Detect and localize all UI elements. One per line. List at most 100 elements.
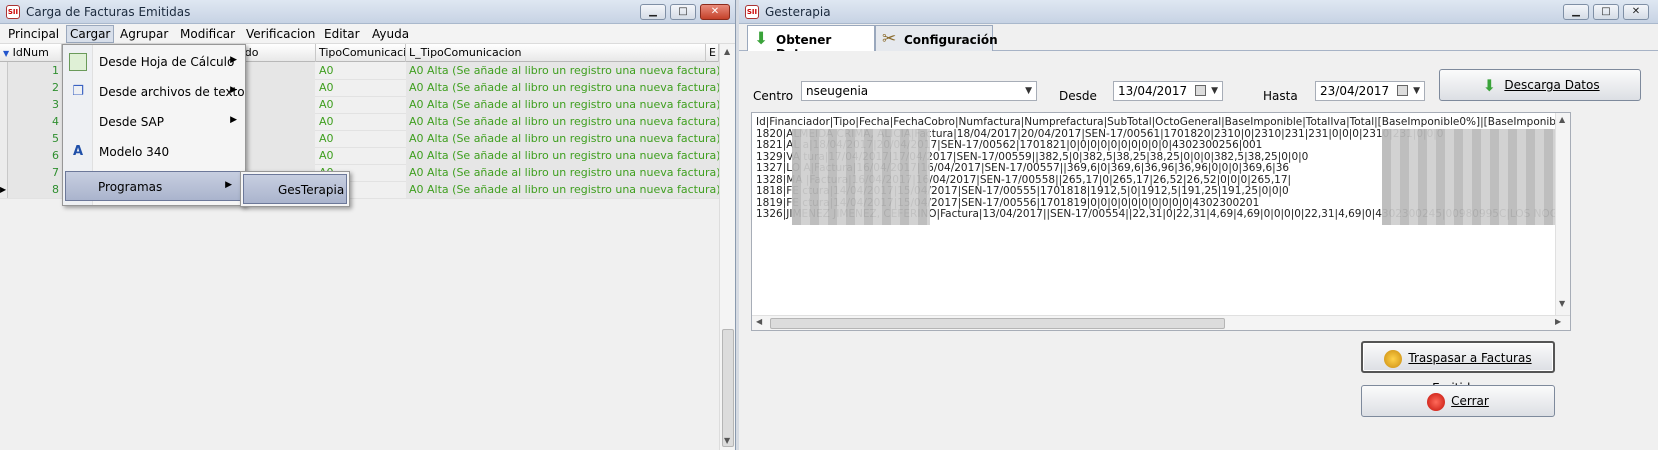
cell-l-tipocomunicacion[interactable]: A0 Alta (Se añade al libro un registro u…: [406, 62, 719, 79]
centro-label: Centro: [753, 89, 794, 103]
cell-tipocomunicacion[interactable]: A0: [316, 147, 406, 164]
cell-idnum[interactable]: 7: [8, 164, 62, 181]
row-indicator[interactable]: [0, 164, 8, 181]
scroll-up-icon[interactable]: ▲: [1559, 115, 1565, 124]
col-l-tipocomunicacion[interactable]: L_TipoComunicacion: [406, 44, 706, 62]
menu-verificacion[interactable]: Verificacion: [246, 27, 315, 41]
cell-tipocomunicacion[interactable]: A0: [316, 79, 406, 96]
centro-select[interactable]: nseugenia ▼: [801, 81, 1037, 101]
row-indicator[interactable]: ▶: [0, 181, 8, 198]
row-indicator[interactable]: [0, 62, 8, 79]
menu-modificar[interactable]: Modificar: [180, 27, 235, 41]
row-indicator[interactable]: [0, 147, 8, 164]
descarga-datos-button[interactable]: ⬇ Descarga Datos: [1439, 69, 1641, 101]
tab-strip: ⬇ Obtener Datos ✂ Configuración: [739, 24, 1658, 61]
horizontal-scrollbar[interactable]: ◀ ▶: [752, 315, 1570, 330]
menu-principal[interactable]: Principal: [8, 27, 59, 41]
menu-item-archivos-texto[interactable]: ❐ Desde archivos de texto ▶: [63, 77, 245, 107]
close-button[interactable]: ✕: [700, 4, 730, 20]
menu-agrupar[interactable]: Agrupar: [120, 27, 168, 41]
scroll-up-icon[interactable]: ▲: [724, 47, 730, 56]
close-button[interactable]: ✕: [1623, 4, 1649, 20]
maximize-button[interactable]: □: [1593, 4, 1619, 20]
title-bar[interactable]: SII Carga de Facturas Emitidas ▁ □ ✕: [0, 0, 735, 24]
scroll-down-icon[interactable]: ▼: [1559, 299, 1565, 308]
traspasar-facturas-button[interactable]: Traspasar a Facturas Emitidas: [1361, 341, 1555, 395]
maximize-button[interactable]: □: [670, 4, 696, 20]
col-e[interactable]: E: [706, 44, 719, 62]
cell-idnum[interactable]: 6: [8, 147, 62, 164]
chevron-down-icon: ▼: [1211, 86, 1218, 96]
cell-l-tipocomunicacion[interactable]: A0 Alta (Se añade al libro un registro u…: [406, 79, 719, 96]
app-icon: SII: [745, 5, 759, 19]
minimize-button[interactable]: ▁: [640, 4, 666, 20]
facturas-window: SII Carga de Facturas Emitidas ▁ □ ✕ Pri…: [0, 0, 736, 450]
cell-l-tipocomunicacion[interactable]: A0 Alta (Se añade al libro un registro u…: [406, 147, 719, 164]
cell-tipocomunicacion[interactable]: A0: [316, 96, 406, 113]
menu-item-modelo-340[interactable]: A Modelo 340: [63, 137, 245, 167]
menu-item-hoja-calculo[interactable]: Desde Hoja de Cálculo ▶: [63, 47, 245, 77]
menu-item-programas[interactable]: Programas ▶: [65, 171, 241, 201]
cell-tipocomunicacion[interactable]: A0: [316, 130, 406, 147]
menu-cargar[interactable]: Cargar: [66, 25, 115, 43]
menu-item-gesterapia[interactable]: GesTerapia: [243, 174, 347, 204]
vertical-scrollbar[interactable]: ▲ ▼: [719, 44, 735, 450]
cell-idnum[interactable]: 2: [8, 79, 62, 96]
programas-submenu: GesTerapia: [240, 171, 350, 207]
cell-l-tipocomunicacion[interactable]: A0 Alta (Se añade al libro un registro u…: [406, 113, 719, 130]
cell-idnum[interactable]: 3: [8, 96, 62, 113]
hasta-date-picker[interactable]: 23/04/2017 ▼: [1315, 81, 1425, 101]
window-title: Gesterapia: [765, 5, 831, 19]
cerrar-button[interactable]: Cerrar: [1361, 385, 1555, 417]
cell-idnum[interactable]: 4: [8, 113, 62, 130]
tools-icon: ✂: [882, 29, 897, 49]
cell-l-tipocomunicacion[interactable]: A0 Alta (Se añade al libro un registro u…: [406, 181, 719, 198]
cell-idnum[interactable]: 1: [8, 62, 62, 79]
cell-tipocomunicacion[interactable]: A0: [316, 113, 406, 130]
title-bar[interactable]: SII Gesterapia ▁ □ ✕: [739, 0, 1658, 24]
submenu-arrow-icon: ▶: [230, 85, 237, 95]
menu-editar[interactable]: Editar: [324, 27, 360, 41]
vertical-scrollbar[interactable]: ▲ ▼: [1555, 113, 1570, 317]
obtener-datos-panel: Centro nseugenia ▼ Desde 13/04/2017 ▼ Ha…: [739, 51, 1658, 450]
row-indicator[interactable]: [0, 113, 8, 130]
cell-idnum[interactable]: 8: [8, 181, 62, 198]
scroll-left-icon[interactable]: ◀: [756, 317, 762, 326]
cell-l-tipocomunicacion[interactable]: A0 Alta (Se añade al libro un registro u…: [406, 96, 719, 113]
row-indicator[interactable]: [0, 130, 8, 147]
scroll-right-icon[interactable]: ▶: [1555, 317, 1561, 326]
data-textarea[interactable]: Id|Financiador|Tipo|Fecha|FechaCobro|Num…: [751, 112, 1571, 331]
calendar-icon: [1397, 85, 1408, 96]
chevron-down-icon: ▼: [1413, 86, 1420, 96]
calendar-icon: [1195, 85, 1206, 96]
cell-idnum[interactable]: 5: [8, 130, 62, 147]
col-idnum[interactable]: ▼ IdNum: [0, 44, 62, 62]
desde-label: Desde: [1059, 89, 1097, 103]
app-icon: SII: [6, 5, 20, 19]
text-files-icon: ❐: [72, 84, 84, 99]
filter-icon: ▼: [3, 49, 10, 58]
scroll-thumb[interactable]: [770, 318, 1225, 329]
gesterapia-window: SII Gesterapia ▁ □ ✕ ⬇ Obtener Datos ✂ C…: [739, 0, 1658, 450]
scroll-thumb[interactable]: [722, 329, 734, 447]
cell-tipocomunicacion[interactable]: A0: [316, 62, 406, 79]
tab-configuracion[interactable]: ✂ Configuración: [875, 25, 998, 51]
cell-l-tipocomunicacion[interactable]: A0 Alta (Se añade al libro un registro u…: [406, 130, 719, 147]
menu-ayuda[interactable]: Ayuda: [372, 27, 409, 41]
tab-obtener-datos[interactable]: ⬇ Obtener Datos: [747, 25, 875, 61]
transfer-icon: [1384, 349, 1403, 368]
download-arrow-icon: ⬇: [754, 29, 769, 49]
cell-l-tipocomunicacion[interactable]: A0 Alta (Se añade al libro un registro u…: [406, 164, 719, 181]
submenu-arrow-icon: ▶: [230, 55, 237, 65]
minimize-button[interactable]: ▁: [1563, 4, 1589, 20]
submenu-arrow-icon: ▶: [230, 115, 237, 125]
col-tipocomunicacion[interactable]: TipoComunicacion: [316, 44, 406, 62]
scroll-down-icon[interactable]: ▼: [724, 436, 730, 445]
chevron-down-icon: ▼: [1025, 86, 1032, 96]
row-indicator[interactable]: [0, 79, 8, 96]
row-indicator[interactable]: [0, 96, 8, 113]
desde-date-picker[interactable]: 13/04/2017 ▼: [1113, 81, 1223, 101]
redacted-region: [792, 129, 930, 225]
menu-item-sap[interactable]: Desde SAP ▶: [63, 107, 245, 137]
tax-agency-icon: A: [72, 144, 84, 159]
